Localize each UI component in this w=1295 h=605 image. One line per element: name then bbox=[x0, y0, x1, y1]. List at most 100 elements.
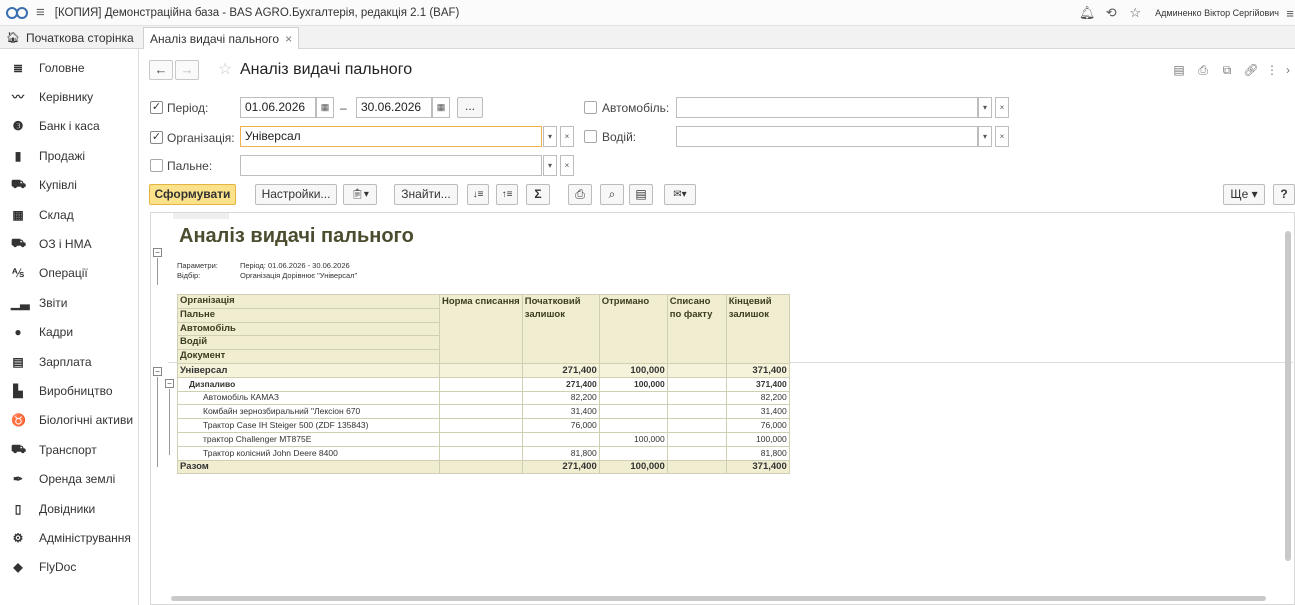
header-group-4: Документ bbox=[177, 349, 440, 364]
sidebar-item-12[interactable]: ♉ Біологічні активи bbox=[0, 406, 139, 435]
org-dropdown-icon[interactable]: ▾ bbox=[543, 126, 557, 147]
collapse-header-icon[interactable]: − bbox=[153, 248, 162, 257]
driver-checkbox[interactable] bbox=[584, 130, 597, 143]
car-field[interactable] bbox=[676, 97, 978, 118]
driver-dropdown-icon[interactable]: ▾ bbox=[978, 126, 992, 147]
fuel-row-closing: 371,400 bbox=[725, 376, 790, 392]
sidebar-item-8[interactable]: ▁▃ Звіти bbox=[0, 288, 139, 317]
collapse-fuel-icon[interactable]: − bbox=[165, 379, 174, 388]
header-group-0: Організація bbox=[177, 294, 440, 309]
sidebar-item-0[interactable]: ≣ Головне bbox=[0, 53, 139, 82]
sidebar-item-9[interactable]: ● Кадри bbox=[0, 318, 139, 347]
horizontal-scrollbar[interactable] bbox=[171, 596, 1266, 601]
sidebar-item-15[interactable]: ▯ Довідники bbox=[0, 494, 139, 523]
bell-icon[interactable]: 🔔︎ bbox=[1075, 5, 1099, 21]
user-name[interactable]: Админенко Віктор Сергійович bbox=[1155, 8, 1279, 18]
sidebar-item-2[interactable]: ❸ Банк і каса bbox=[0, 112, 139, 141]
main-menu-icon[interactable]: ≡ bbox=[36, 4, 45, 21]
period-to-field[interactable]: 30.06.2026 bbox=[356, 97, 432, 118]
calendar-from-icon[interactable]: ▦ bbox=[316, 97, 334, 118]
sidebar-item-14[interactable]: ✒ Оренда землі bbox=[0, 465, 139, 494]
save-icon[interactable]: ▤ bbox=[1167, 63, 1191, 78]
find-button[interactable]: Знайти... bbox=[394, 184, 458, 205]
sort-asc-icon[interactable]: ↓≡ bbox=[467, 184, 489, 205]
variants-button[interactable]: 📋︎▾ bbox=[343, 184, 377, 205]
fuel-checkbox[interactable] bbox=[150, 159, 163, 172]
org-checkbox[interactable]: ✓ bbox=[150, 131, 163, 144]
favorites-star-icon[interactable]: ☆ bbox=[1123, 5, 1147, 21]
table-row[interactable]: трактор Challenger MT875E 100,000 100,000 bbox=[177, 431, 790, 447]
car-clear-icon[interactable]: × bbox=[995, 97, 1009, 118]
print-button-icon[interactable]: ⎙ bbox=[568, 184, 592, 205]
sidebar-item-7[interactable]: ⅍ Операції bbox=[0, 259, 139, 288]
preview-button-icon[interactable]: ⌕ bbox=[600, 184, 624, 205]
driver-label: Водій: bbox=[602, 130, 637, 144]
sort-desc-icon[interactable]: ↑≡ bbox=[496, 184, 518, 205]
sum-button[interactable]: Σ bbox=[526, 184, 550, 205]
total-row[interactable]: Разом 271,400 100,000 371,400 bbox=[177, 459, 790, 475]
favorite-star-icon[interactable]: ☆ bbox=[218, 59, 232, 79]
report-area[interactable]: − Аналіз видачі пального Параметри: Періо… bbox=[150, 212, 1295, 605]
close-tab-icon[interactable]: × bbox=[285, 32, 292, 46]
sidebar-item-17[interactable]: ◆ FlyDoc bbox=[0, 553, 139, 582]
trend-icon: 〰 bbox=[11, 90, 24, 105]
preview-icon[interactable]: ⧉ bbox=[1215, 63, 1239, 78]
print-icon[interactable]: ⎙ bbox=[1191, 63, 1215, 78]
org-field[interactable]: Універсал bbox=[240, 126, 542, 147]
sidebar-item-5[interactable]: ▦ Склад bbox=[0, 200, 139, 229]
total-received: 100,000 bbox=[598, 459, 668, 475]
forward-button[interactable]: → bbox=[175, 60, 199, 80]
row-received bbox=[598, 404, 668, 420]
settings-button[interactable]: Настройки... bbox=[255, 184, 337, 205]
table-row[interactable]: Трактор Case IH Steiger 500 (ZDF 135843)… bbox=[177, 418, 790, 433]
settings-menu-icon[interactable]: ≡ bbox=[1285, 6, 1295, 21]
period-select-button[interactable]: ... bbox=[457, 97, 483, 118]
row-norm bbox=[439, 431, 523, 447]
save-button-icon[interactable]: ▤ bbox=[629, 184, 653, 205]
car-checkbox[interactable] bbox=[584, 101, 597, 114]
sidebar-item-13[interactable]: ⛟ Транспорт bbox=[0, 435, 139, 464]
history-icon[interactable]: ⟲ bbox=[1099, 5, 1123, 21]
sidebar-item-4[interactable]: ⛟ Купівлі bbox=[0, 171, 139, 200]
sidebar-item-label: Транспорт bbox=[39, 442, 97, 457]
link-icon[interactable]: 🔗︎ bbox=[1239, 63, 1263, 78]
vertical-scrollbar[interactable] bbox=[1285, 231, 1291, 561]
driver-field[interactable] bbox=[676, 126, 978, 147]
tab-home[interactable]: 🏠︎ Початкова сторінка bbox=[0, 26, 140, 49]
sidebar-item-label: Звіти bbox=[39, 295, 68, 310]
sidebar-item-label: Продажі bbox=[39, 148, 86, 163]
fuel-row[interactable]: Дизпаливо 271,400 100,000 371,400 bbox=[177, 376, 790, 392]
sidebar-item-3[interactable]: ▮ Продажі bbox=[0, 141, 139, 170]
car-dropdown-icon[interactable]: ▾ bbox=[978, 97, 992, 118]
help-button[interactable]: ? bbox=[1273, 184, 1295, 205]
collapse-org-icon[interactable]: − bbox=[153, 367, 162, 376]
table-row[interactable]: Трактор колісний John Deere 8400 81,800 81… bbox=[177, 445, 790, 461]
calendar-to-icon[interactable]: ▦ bbox=[432, 97, 450, 118]
period-from-field[interactable]: 01.06.2026 bbox=[240, 97, 316, 118]
close-form-icon[interactable]: › bbox=[1281, 63, 1295, 78]
period-checkbox[interactable]: ✓ bbox=[150, 101, 163, 114]
total-name: Разом bbox=[177, 459, 440, 475]
sidebar-item-1[interactable]: 〰 Керівнику bbox=[0, 82, 139, 111]
sidebar-item-10[interactable]: ▤ Зарплата bbox=[0, 347, 139, 376]
fuel-field[interactable] bbox=[240, 155, 542, 176]
fuel-clear-icon[interactable]: × bbox=[560, 155, 574, 176]
row-received bbox=[598, 445, 668, 461]
cart-icon: ⛟ bbox=[11, 177, 27, 192]
tab-fuel-analysis[interactable]: Аналіз видачі пального × bbox=[143, 27, 300, 49]
send-mail-icon[interactable]: ✉▾ bbox=[664, 184, 696, 205]
table-row[interactable]: Автомобіль КАМАЗ 82,200 82,200 bbox=[177, 390, 790, 406]
table-row[interactable]: Комбайн зернозбиральний "Лексіон 670 31,4… bbox=[177, 404, 790, 420]
driver-clear-icon[interactable]: × bbox=[995, 126, 1009, 147]
more-vertical-icon[interactable]: ⋮ bbox=[1263, 63, 1281, 78]
sidebar-item-6[interactable]: ⛟ ОЗ і НМА bbox=[0, 229, 139, 258]
sidebar-item-16[interactable]: ⚙ Адміністрування bbox=[0, 523, 139, 552]
fuel-row-opening: 271,400 bbox=[521, 376, 600, 392]
more-button[interactable]: Ще ▾ bbox=[1223, 184, 1265, 205]
back-button[interactable]: ← bbox=[149, 60, 173, 80]
sidebar-item-11[interactable]: ▙ Виробництво bbox=[0, 376, 139, 405]
org-clear-icon[interactable]: × bbox=[560, 126, 574, 147]
org-row[interactable]: Універсал 271,400 100,000 371,400 bbox=[177, 362, 790, 378]
generate-button[interactable]: Сформувати bbox=[149, 184, 236, 205]
fuel-dropdown-icon[interactable]: ▾ bbox=[543, 155, 557, 176]
